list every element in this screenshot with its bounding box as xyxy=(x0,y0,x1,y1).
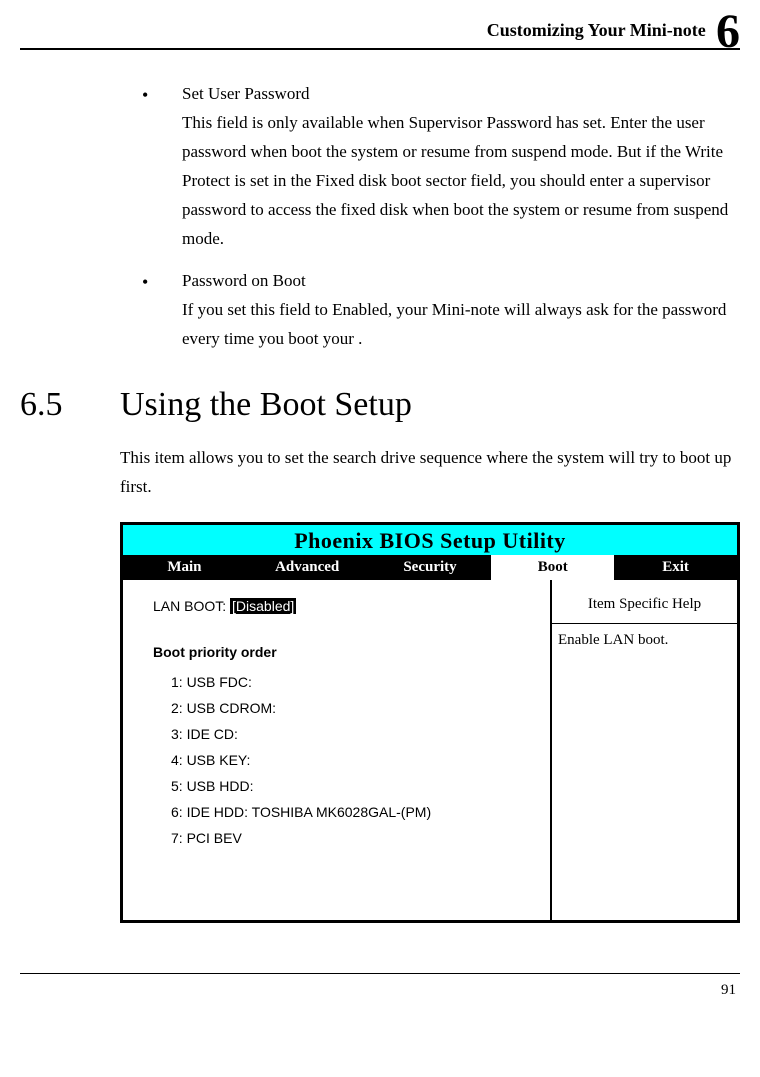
tab-advanced[interactable]: Advanced xyxy=(246,555,369,580)
bios-panel: Phoenix BIOS Setup Utility Main Advanced… xyxy=(120,522,740,923)
boot-item[interactable]: 6: IDE HDD: TOSHIBA MK6028GAL-(PM) xyxy=(171,804,536,820)
tab-boot[interactable]: Boot xyxy=(491,555,614,580)
bullet-title: Password on Boot xyxy=(182,271,306,290)
bios-tabs: Main Advanced Security Boot Exit xyxy=(123,555,737,580)
tab-main[interactable]: Main xyxy=(123,555,246,580)
page-header: Customizing Your Mini-note 6 xyxy=(20,20,740,50)
boot-item[interactable]: 5: USB HDD: xyxy=(171,778,536,794)
section-heading: 6.5 Using the Boot Setup xyxy=(20,386,740,424)
boot-item[interactable]: 1: USB FDC: xyxy=(171,674,536,690)
bullet-body: This field is only available when Superv… xyxy=(182,113,728,248)
header-title: Customizing Your Mini-note xyxy=(487,20,706,40)
help-title: Item Specific Help xyxy=(552,580,737,624)
boot-item[interactable]: 2: USB CDROM: xyxy=(171,700,536,716)
bullet-title: Set User Password xyxy=(182,84,310,103)
boot-priority-list: 1: USB FDC: 2: USB CDROM: 3: IDE CD: 4: … xyxy=(153,674,536,846)
boot-item[interactable]: 4: USB KEY: xyxy=(171,752,536,768)
chapter-number: 6 xyxy=(710,5,740,58)
tab-security[interactable]: Security xyxy=(369,555,492,580)
boot-item[interactable]: 3: IDE CD: xyxy=(171,726,536,742)
bullet-body: If you set this field to Enabled, your M… xyxy=(182,300,726,348)
bios-title: Phoenix BIOS Setup Utility xyxy=(123,525,737,555)
boot-item[interactable]: 7: PCI BEV xyxy=(171,830,536,846)
bullet-item: Password on Boot If you set this field t… xyxy=(120,267,740,354)
lan-boot-label: LAN BOOT: xyxy=(153,598,226,614)
page-number: 91 xyxy=(20,974,740,999)
tab-exit[interactable]: Exit xyxy=(614,555,737,580)
bios-left-pane: LAN BOOT: [Disabled] Boot priority order… xyxy=(123,580,550,920)
bios-body: LAN BOOT: [Disabled] Boot priority order… xyxy=(123,580,737,920)
lan-boot-value[interactable]: [Disabled] xyxy=(230,598,296,614)
bios-help-pane: Item Specific Help Enable LAN boot. xyxy=(550,580,737,920)
boot-priority-title: Boot priority order xyxy=(153,644,536,660)
help-body: Enable LAN boot. xyxy=(552,624,737,920)
section-number: 6.5 xyxy=(20,386,120,424)
section-title: Using the Boot Setup xyxy=(120,386,412,424)
bullet-section: Set User Password This field is only ava… xyxy=(120,80,740,354)
section-intro: This item allows you to set the search d… xyxy=(120,444,740,502)
bullet-item: Set User Password This field is only ava… xyxy=(120,80,740,253)
lan-boot-row[interactable]: LAN BOOT: [Disabled] xyxy=(153,598,536,614)
